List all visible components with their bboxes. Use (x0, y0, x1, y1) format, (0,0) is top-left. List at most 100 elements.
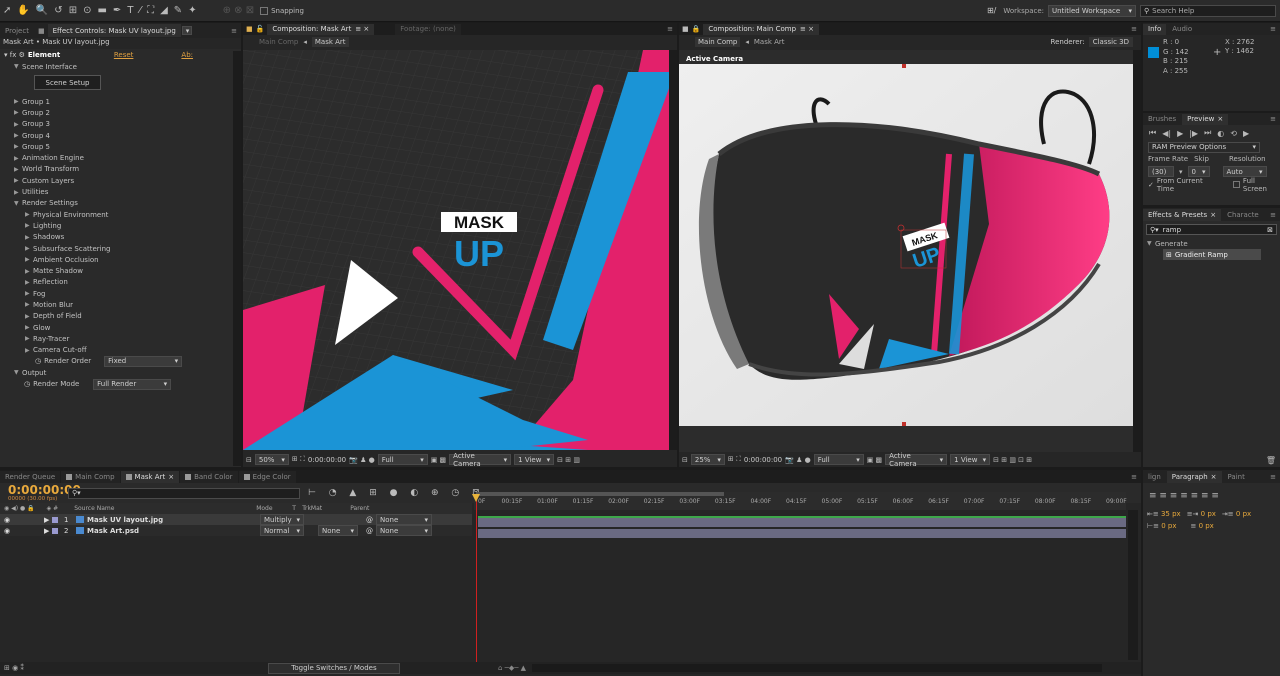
region-icon[interactable]: ▣ ▩ (431, 456, 446, 464)
viewer-scrollbar[interactable] (1133, 50, 1141, 452)
main-comp-viewer[interactable]: Active Camera MASK UP (679, 50, 1141, 452)
scene-setup-button[interactable]: Scene Setup (34, 75, 101, 90)
tab-footage[interactable]: Footage: (none) (395, 23, 461, 35)
render-mode-dropdown[interactable]: Full Render ▾ (93, 378, 172, 390)
timeline-tab[interactable]: Main Comp (61, 470, 120, 483)
clone-tool-icon[interactable]: ⛶ (144, 4, 157, 18)
camera-tool-icon[interactable]: ⊞ (66, 4, 80, 18)
tab-effects-presets[interactable]: Effects & Presets × (1143, 208, 1222, 221)
effect-target-dropdown[interactable]: ▾ (181, 26, 192, 35)
tree-item[interactable]: ▼ Render Settings (14, 198, 241, 209)
layer-name[interactable]: Mask Art.psd (87, 527, 260, 535)
zoom-tool-icon[interactable]: 🔍 (33, 4, 51, 18)
expand-icon[interactable]: ▶ (44, 516, 52, 524)
render-setting-item[interactable]: ▶ Depth of Field (25, 311, 241, 322)
render-setting-item[interactable]: ▶ Subsurface Scattering (25, 243, 241, 254)
tree-item[interactable]: ▶ Custom Layers (14, 175, 241, 186)
breadcrumb-mask-art[interactable]: Mask Art (311, 37, 349, 47)
brush-tool-icon[interactable]: ⁄ (136, 4, 144, 18)
current-time-indicator[interactable] (476, 496, 477, 666)
view-options-icon[interactable]: ⊟ ⊞ ▥ (557, 456, 580, 464)
label-color-icon[interactable] (52, 527, 58, 534)
indent-left[interactable]: ⇤≡ 35 px (1147, 510, 1181, 518)
render-setting-item[interactable]: ▶ Glow (25, 322, 241, 333)
resolution-dropdown[interactable]: Auto ▾ (1222, 166, 1267, 177)
effects-search-input[interactable]: ⚲▾ ramp ⊠ (1146, 224, 1277, 235)
visibility-icon[interactable]: ◉ (4, 527, 44, 535)
work-area-bar[interactable] (476, 492, 724, 496)
tab-brushes[interactable]: Brushes (1143, 113, 1182, 125)
workspace-dropdown[interactable]: Untitled Workspace ▾ (1048, 4, 1136, 17)
loop-icon[interactable]: ⟲ (1230, 129, 1237, 138)
category-generate[interactable]: ▼ Generate (1143, 238, 1280, 249)
render-setting-item[interactable]: ▶ Matte Shadow (25, 265, 241, 276)
tab-composition-main-comp[interactable]: Composition: Main Comp ≡ × (703, 23, 819, 35)
render-setting-item[interactable]: ▶ Camera Cut-off (25, 345, 241, 356)
eraser-tool-icon[interactable]: ◢ (157, 4, 171, 18)
workspace-icon[interactable]: ⊞/ (984, 4, 999, 18)
ram-preview-icon[interactable]: ▶ (1243, 129, 1249, 138)
skip-dropdown[interactable]: 0 ▾ (1187, 166, 1210, 177)
renderer-button[interactable]: Classic 3D (1088, 37, 1133, 47)
render-setting-item[interactable]: ▶ Ambient Occlusion (25, 254, 241, 265)
breadcrumb-mask-art[interactable]: Mask Art (754, 38, 785, 46)
render-setting-item[interactable]: ▶ Lighting (25, 220, 241, 231)
resolution-dropdown[interactable]: Full ▾ (813, 454, 864, 465)
mask-art-viewer[interactable]: MASK UP (243, 50, 677, 450)
render-order-dropdown[interactable]: Fixed ▾ (104, 355, 183, 367)
full-screen-checkbox[interactable] (1233, 181, 1240, 188)
tree-item[interactable]: ▶ Group 3 (14, 119, 241, 130)
timecode[interactable]: 0:00:00:00 (308, 456, 346, 464)
lock-icon[interactable]: 🔒 (692, 25, 701, 33)
breadcrumb-main-comp[interactable]: Main Comp (695, 37, 741, 47)
timeline-hscroll[interactable] (532, 664, 1103, 672)
effect-gradient-ramp[interactable]: ⊞ Gradient Ramp (1163, 249, 1261, 260)
panel-menu-icon[interactable]: ≡ (1270, 115, 1276, 123)
close-icon[interactable]: × (168, 473, 174, 481)
layer-row[interactable]: ◉ ▶ 2 Mask Art.psd Normal ▾ None ▾ @ None ▾ (0, 525, 472, 536)
region-icon[interactable]: ▣ ▩ (867, 456, 882, 464)
close-icon[interactable]: × (1211, 473, 1217, 481)
timeline-tab[interactable]: Edge Color (238, 470, 296, 483)
always-preview-icon[interactable]: ⊟ (246, 456, 252, 464)
tab-info[interactable]: Info (1143, 23, 1167, 35)
trash-icon[interactable]: 🗑 (1266, 456, 1276, 465)
timeline-tab[interactable]: Mask Art × (120, 470, 180, 483)
timecode[interactable]: 0:00:00:00 (744, 456, 782, 464)
about-link[interactable]: Ab: (181, 51, 193, 59)
tree-item[interactable]: ▶ Group 2 (14, 107, 241, 118)
from-current-checkbox[interactable]: ✓ (1148, 181, 1154, 189)
render-setting-item[interactable]: ▶ Physical Environment (25, 209, 241, 220)
lock-icon[interactable]: 🔓 (256, 25, 265, 33)
camera-dropdown[interactable]: Active Camera ▾ (885, 452, 948, 468)
visibility-icon[interactable]: ◉ (4, 516, 44, 524)
always-preview-icon[interactable]: ⊟ (682, 456, 688, 464)
timeline-tab[interactable]: Band Color (180, 470, 238, 483)
view-options-icon[interactable]: ⊟ ⊞ ▥ ⊡ ⊞ (993, 456, 1032, 464)
tab-preview[interactable]: Preview × (1182, 113, 1229, 125)
grid-icon[interactable]: ⊞ ⛶ (292, 455, 305, 464)
expand-icon[interactable]: ▶ (44, 527, 52, 535)
tab-composition-mask-art[interactable]: Composition: Mask Art ≡ × (267, 23, 375, 35)
zoom-dropdown[interactable]: 25% ▾ (690, 454, 725, 465)
comp-flowchart-icons[interactable]: ⊞ ◉ ⁑ (4, 664, 24, 672)
tree-item[interactable]: ▶ Group 1 (14, 96, 241, 107)
tab-paint[interactable]: Paint (1222, 470, 1250, 483)
render-setting-item[interactable]: ▶ Reflection (25, 277, 241, 288)
render-setting-item[interactable]: ▶ Shadows (25, 232, 241, 243)
roto-brush-tool-icon[interactable]: ✎ (171, 4, 185, 18)
indent-first[interactable]: ⇥≡ 0 px (1222, 510, 1251, 518)
timeline-timecode[interactable]: 0:00:00:00 (8, 484, 81, 496)
close-icon[interactable]: ≡ × (355, 25, 369, 33)
frame-rate-dropdown[interactable]: (30) (1148, 166, 1174, 177)
alignment-buttons[interactable]: ≡ ≡ ≡ ≡ ≡ ≡ ≡ (1143, 489, 1280, 503)
panel-menu-icon[interactable]: ≡ (667, 25, 673, 33)
tab-audio[interactable]: Audio (1167, 23, 1198, 35)
parent-dropdown[interactable]: None ▾ (376, 525, 432, 536)
audio-icon[interactable]: ◐ (1217, 129, 1224, 138)
panel-menu-icon[interactable]: ≡ (1270, 211, 1276, 219)
view-layout-dropdown[interactable]: 1 View ▾ (950, 454, 991, 465)
panel-menu-icon[interactable]: ≡ (1270, 25, 1276, 33)
parent-dropdown[interactable]: None ▾ (376, 514, 432, 525)
expand-icon[interactable]: ▼ (14, 63, 22, 70)
